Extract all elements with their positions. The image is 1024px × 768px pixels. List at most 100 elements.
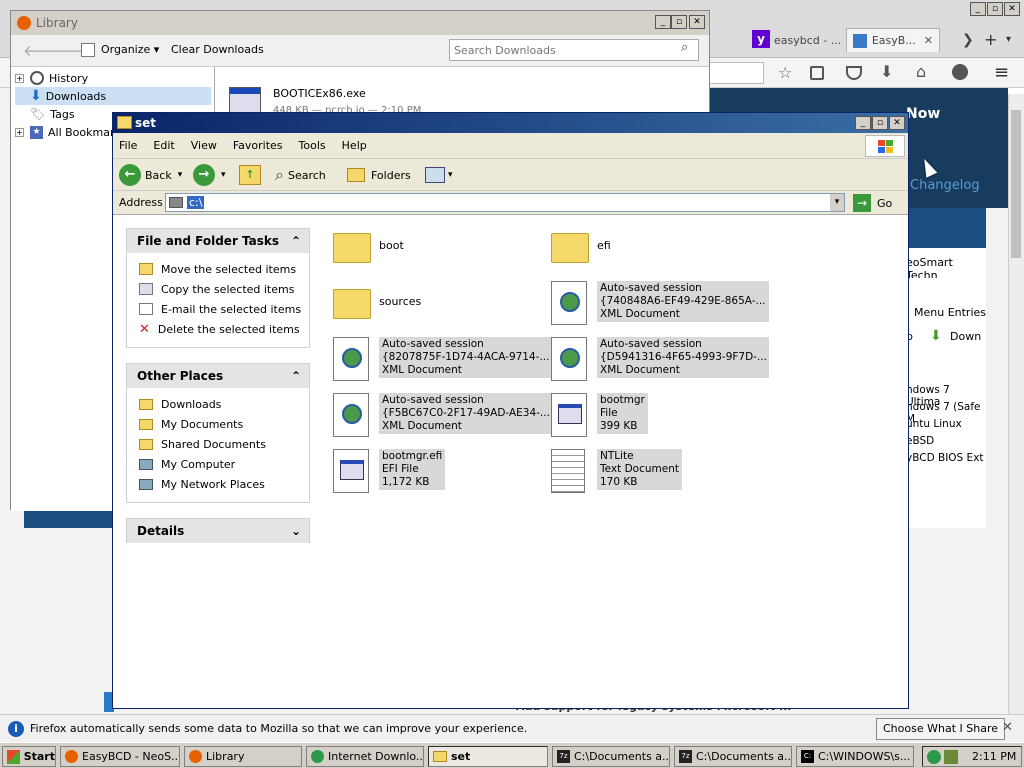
tree-item-history[interactable]: + History — [15, 69, 88, 87]
scrollbar-thumb[interactable] — [1011, 110, 1021, 258]
page-scrollbar[interactable] — [1008, 94, 1024, 714]
tree-item-all-bookmarks[interactable]: + ★ All Bookmarks — [15, 123, 127, 141]
folders-button[interactable]: Folders — [347, 163, 411, 187]
choose-what-i-share-button[interactable]: Choose What I Share — [876, 718, 1005, 740]
taskbar-item-set[interactable]: set — [428, 746, 548, 767]
search-icon[interactable]: ⌕ — [681, 40, 688, 55]
up-folder-icon[interactable]: ↑ — [239, 165, 261, 185]
file-size: 170 KB — [600, 476, 638, 488]
email-items-link[interactable]: E-mail the selected items — [127, 299, 309, 319]
tab-easybcd[interactable]: EasyB... ✕ — [846, 28, 940, 52]
place-my-network[interactable]: My Network Places — [127, 474, 309, 494]
home-icon[interactable]: ⌂ — [916, 62, 926, 81]
menu-favorites[interactable]: Favorites — [233, 139, 283, 152]
expand-icon[interactable]: + — [15, 73, 24, 83]
folder-item[interactable]: boot — [333, 225, 553, 277]
maximize-button[interactable]: ▫ — [987, 2, 1003, 16]
file-item[interactable]: bootmgr.efi EFI File 1,172 KB — [333, 449, 553, 501]
close-icon[interactable]: ✕ — [924, 34, 933, 47]
window-title: set — [135, 116, 157, 130]
tab-scroll-right-icon[interactable]: ❯ — [962, 32, 974, 48]
minimize-button[interactable]: _ — [655, 15, 671, 29]
tree-item-tags[interactable]: 🏷 Tags — [15, 105, 75, 123]
panel-header[interactable]: Details ⌄ — [127, 519, 309, 543]
taskbar-item-7zip-2[interactable]: 7z C:\Documents a... — [674, 746, 792, 767]
menu-tools[interactable]: Tools — [299, 139, 326, 152]
file-item[interactable]: Auto-saved session {740848A6-EF49-429E-86… — [551, 281, 771, 333]
place-my-computer[interactable]: My Computer — [127, 454, 309, 474]
download-name[interactable]: BOOTICEx86.exe — [273, 87, 366, 100]
expand-icon[interactable]: + — [15, 127, 24, 137]
back-button[interactable]: ← Back ▾ — [119, 163, 182, 187]
boot-entry[interactable]: untu Linux — [906, 418, 962, 430]
menu-view[interactable]: View — [191, 139, 217, 152]
down-button[interactable]: Down — [950, 330, 981, 343]
changelog-link[interactable]: Changelog — [910, 178, 980, 193]
chevron-down-icon[interactable]: ▾ — [830, 194, 844, 211]
move-items-link[interactable]: Move the selected items — [127, 259, 309, 279]
download-icon[interactable]: ⬇ — [880, 62, 893, 81]
new-tab-icon[interactable]: + — [984, 30, 997, 49]
close-button[interactable]: ✕ — [689, 15, 705, 29]
go-button[interactable]: → Go — [853, 194, 892, 212]
boot-entry[interactable]: yBCD BIOS Ext — [906, 452, 984, 464]
chevron-down-icon[interactable]: ▾ — [221, 170, 226, 180]
address-input[interactable]: c:\ ▾ — [165, 193, 845, 212]
forward-button[interactable]: → ▾ — [193, 163, 226, 187]
explorer-menubar: File Edit View Favorites Tools Help — [113, 133, 908, 159]
tree-item-downloads[interactable]: ⬇ Downloads — [15, 87, 211, 105]
clock[interactable]: 2:11 PM — [972, 750, 1016, 763]
smiley-icon[interactable] — [952, 64, 968, 80]
maximize-button[interactable]: ▫ — [671, 15, 687, 29]
site-panel: Menu Entries p ⬇ Down ndows 7 Ultima ndo… — [906, 278, 986, 528]
copy-items-link[interactable]: Copy the selected items — [127, 279, 309, 299]
hamburger-menu-icon[interactable]: ≡ — [994, 62, 1009, 83]
folder-item[interactable]: efi — [551, 225, 771, 277]
minimize-button[interactable]: _ — [970, 2, 986, 16]
chevron-down-icon[interactable]: ▾ — [1006, 34, 1011, 45]
close-icon[interactable]: ✕ — [1002, 720, 1013, 735]
taskbar-item-library[interactable]: Library — [184, 746, 302, 767]
tray-speaker-icon[interactable] — [944, 749, 958, 764]
menu-help[interactable]: Help — [342, 139, 367, 152]
chevron-down-icon[interactable]: ▾ — [178, 170, 183, 180]
organize-button[interactable]: Organize ▾ — [101, 43, 159, 56]
tray-network-icon[interactable] — [927, 749, 941, 764]
taskbar-item-internet-download[interactable]: Internet Downlo... — [306, 746, 424, 767]
close-button[interactable]: ✕ — [1004, 2, 1020, 16]
place-my-documents[interactable]: My Documents — [127, 414, 309, 434]
place-shared-documents[interactable]: Shared Documents — [127, 434, 309, 454]
file-item[interactable]: Auto-saved session {F5BC67C0-2F17-49AD-AE… — [333, 393, 553, 445]
start-button[interactable]: Start — [2, 746, 56, 767]
folder-item[interactable]: sources — [333, 281, 553, 333]
star-icon[interactable]: ☆ — [778, 63, 792, 82]
task-label: Move the selected items — [161, 262, 297, 276]
maximize-button[interactable]: ▫ — [872, 116, 888, 130]
file-item[interactable]: Auto-saved session {8207875F-1D74-4ACA-97… — [333, 337, 553, 389]
expand-icon[interactable]: ⌄ — [291, 524, 301, 538]
panel-header[interactable]: File and Folder Tasks ⌃ — [127, 229, 309, 253]
taskbar-item-easybcd[interactable]: EasyBCD - NeoS... — [60, 746, 180, 767]
file-item[interactable]: Auto-saved session {D5941316-4F65-4993-9F… — [551, 337, 771, 389]
panel-header[interactable]: Other Places ⌃ — [127, 364, 309, 388]
file-item[interactable]: bootmgr File 399 KB — [551, 393, 771, 445]
search-input[interactable]: Search Downloads — [449, 39, 699, 61]
collapse-icon[interactable]: ⌃ — [291, 369, 301, 383]
minimize-button[interactable]: _ — [855, 116, 871, 130]
collapse-icon[interactable]: ⌃ — [291, 234, 301, 248]
place-downloads[interactable]: Downloads — [127, 394, 309, 414]
chevron-down-icon[interactable]: ▾ — [448, 170, 453, 180]
taskbar-item-cmd[interactable]: C: C:\WINDOWS\s... — [796, 746, 914, 767]
menu-edit[interactable]: Edit — [153, 139, 174, 152]
views-button[interactable]: ▾ — [425, 163, 453, 187]
file-item[interactable]: NTLite Text Document 170 KB — [551, 449, 771, 501]
search-button[interactable]: ⌕ Search — [275, 163, 326, 187]
menu-file[interactable]: File — [119, 139, 137, 152]
reading-list-icon[interactable] — [810, 66, 824, 80]
close-button[interactable]: ✕ — [889, 116, 905, 130]
clear-downloads-button[interactable]: Clear Downloads — [171, 43, 264, 56]
pocket-icon[interactable] — [846, 66, 862, 80]
taskbar-item-7zip-1[interactable]: 7z C:\Documents a... — [552, 746, 670, 767]
delete-items-link[interactable]: ✕ Delete the selected items — [127, 319, 309, 339]
boot-entry[interactable]: eBSD — [906, 435, 934, 447]
